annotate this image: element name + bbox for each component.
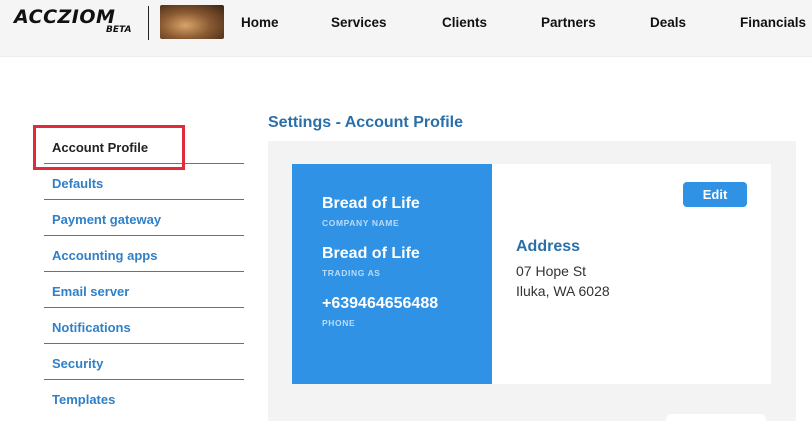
brand-name: ACCZIOM	[14, 6, 116, 28]
nav-partners[interactable]: Partners	[541, 15, 596, 30]
nav-clients[interactable]: Clients	[442, 15, 487, 30]
sidebar-item-label: Security	[52, 356, 104, 371]
nav-home[interactable]: Home	[241, 15, 279, 30]
phone-value: +639464656488	[322, 295, 439, 312]
company-name-value: Bread of Life	[322, 195, 420, 212]
sidebar-item-payment-gateway[interactable]: Payment gateway	[44, 200, 244, 236]
company-avatar[interactable]	[160, 5, 224, 39]
trading-as-value: Bread of Life	[322, 245, 420, 262]
top-navbar: ACCZIOM BETA Home Services Clients Partn…	[0, 0, 812, 57]
sidebar-item-notifications[interactable]: Notifications	[44, 308, 244, 344]
next-section-tab	[666, 414, 766, 424]
sidebar-item-accounting-apps[interactable]: Accounting apps	[44, 236, 244, 272]
sidebar-item-label: Email server	[52, 284, 130, 299]
company-name-label: COMPANY NAME	[322, 218, 400, 228]
page-title: Settings - Account Profile	[268, 114, 463, 131]
active-item-highlight	[33, 125, 185, 170]
brand-tag: BETA	[106, 25, 132, 35]
address-line-1: 07 Hope St	[516, 263, 587, 279]
sidebar-item-label: Defaults	[52, 176, 104, 191]
logo-divider	[148, 6, 149, 40]
sidebar-item-label: Notifications	[52, 320, 131, 335]
phone-label: PHONE	[322, 318, 356, 328]
nav-deals[interactable]: Deals	[650, 15, 686, 30]
sidebar-item-label: Payment gateway	[52, 212, 162, 227]
brand-logo[interactable]: ACCZIOM BETA	[14, 6, 138, 36]
trading-as-label: TRADING AS	[322, 268, 381, 278]
sidebar-item-label: Accounting apps	[52, 248, 158, 263]
nav-services[interactable]: Services	[331, 15, 387, 30]
sidebar-item-label: Templates	[52, 392, 116, 407]
sidebar-item-templates[interactable]: Templates	[44, 380, 244, 416]
edit-button[interactable]: Edit	[683, 182, 747, 207]
nav-financials[interactable]: Financials	[740, 15, 806, 30]
sidebar-item-security[interactable]: Security	[44, 344, 244, 380]
address-line-2: Iluka, WA 6028	[516, 283, 610, 299]
settings-sidebar: Account Profile Defaults Payment gateway…	[44, 128, 244, 416]
address-heading: Address	[516, 238, 581, 255]
sidebar-item-email-server[interactable]: Email server	[44, 272, 244, 308]
